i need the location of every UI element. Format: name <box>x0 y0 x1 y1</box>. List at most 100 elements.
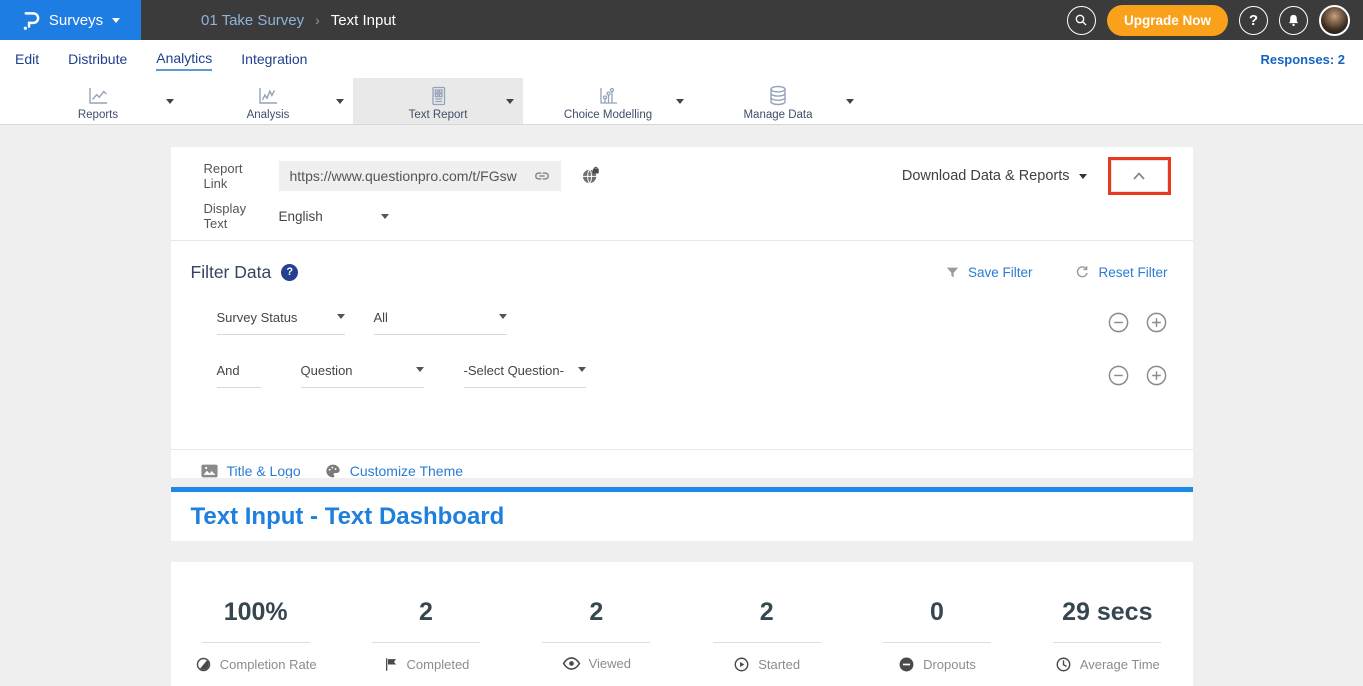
stat-viewed: 2 Viewed <box>511 598 681 686</box>
refresh-icon <box>1074 264 1090 280</box>
breadcrumb-survey-name[interactable]: 01 Take Survey <box>201 12 304 29</box>
stat-label: Viewed <box>589 656 631 671</box>
survey-subnav: Edit Distribute Analytics Integration Re… <box>0 40 1363 78</box>
filter-field-dropdown[interactable]: Question <box>301 363 424 388</box>
surveys-menu-label: Surveys <box>49 12 103 29</box>
surveys-menu[interactable]: Surveys <box>0 0 141 40</box>
filter-field-value: Survey Status <box>217 310 298 325</box>
database-icon <box>766 84 790 108</box>
user-avatar[interactable] <box>1319 5 1350 36</box>
chevron-down-icon[interactable] <box>166 99 174 104</box>
collapse-panel-button[interactable] <box>1111 160 1168 192</box>
customize-theme-link[interactable]: Customize Theme <box>325 463 463 478</box>
chevron-down-icon[interactable] <box>846 99 854 104</box>
chevron-down-icon <box>499 314 507 319</box>
title-logo-label: Title & Logo <box>227 463 301 478</box>
filter-row: And Question -Select Question- <box>217 360 1168 390</box>
filter-conjunction-dropdown[interactable]: And <box>217 363 261 388</box>
display-text-label: Display Text <box>204 201 269 231</box>
tab-analysis[interactable]: Analysis <box>183 78 353 124</box>
topbar-actions: Upgrade Now ? <box>1067 5 1363 36</box>
filter-data-title: Filter Data <box>191 262 272 283</box>
filter-help-icon[interactable]: ? <box>281 264 298 281</box>
search-button[interactable] <box>1067 6 1096 35</box>
notifications-button[interactable] <box>1279 6 1308 35</box>
palette-icon <box>325 463 341 478</box>
stat-label: Completion Rate <box>220 657 317 672</box>
report-link-label: Report Link <box>204 161 269 191</box>
stat-label: Dropouts <box>923 657 976 672</box>
upgrade-now-button[interactable]: Upgrade Now <box>1107 5 1228 36</box>
dashboard-title: Text Input - Text Dashboard <box>191 503 505 531</box>
chevron-down-icon <box>337 314 345 319</box>
subnav-item-analytics[interactable]: Analytics <box>156 47 212 71</box>
display-text-row: Display Text English <box>204 206 1168 226</box>
chevron-down-icon[interactable] <box>676 99 684 104</box>
image-icon <box>201 464 218 478</box>
filter-conjunction-value: And <box>217 363 240 378</box>
tab-text-report[interactable]: Text Report <box>353 78 523 124</box>
chevron-down-icon[interactable] <box>336 99 344 104</box>
subnav-item-edit[interactable]: Edit <box>15 48 39 70</box>
stat-started: 2 Started <box>681 598 851 686</box>
survey-stats-panel: 100% Completion Rate 2 Completed <box>171 562 1193 686</box>
analysis-chart-icon <box>256 84 280 108</box>
reset-filter-button[interactable]: Reset Filter <box>1074 264 1167 280</box>
tab-label: Text Report <box>409 109 468 121</box>
tab-manage-data[interactable]: Manage Data <box>693 78 863 124</box>
panel-divider <box>171 240 1193 241</box>
chevron-down-icon[interactable] <box>506 99 514 104</box>
link-icon[interactable] <box>532 166 552 186</box>
breadcrumb-current-page: Text Input <box>331 12 396 29</box>
stat-divider <box>713 642 821 643</box>
line-chart-icon <box>86 84 110 108</box>
tab-label: Manage Data <box>743 109 812 121</box>
stat-completed: 2 Completed <box>341 598 511 686</box>
stat-value: 2 <box>760 598 774 627</box>
completion-rate-icon <box>195 656 212 673</box>
eye-icon <box>562 656 581 671</box>
stat-label: Average Time <box>1080 657 1160 672</box>
responses-count[interactable]: Responses: 2 <box>1260 52 1345 67</box>
topbar: Surveys 01 Take Survey › Text Input Upgr… <box>0 0 1363 40</box>
report-link-url[interactable]: https://www.questionpro.com/t/FGsw <box>290 168 532 184</box>
save-filter-button[interactable]: Save Filter <box>945 265 1033 280</box>
globe-lock-icon[interactable] <box>580 166 600 186</box>
tab-choice-modelling[interactable]: Choice Modelling <box>523 78 693 124</box>
display-text-value: English <box>279 209 323 224</box>
filter-value-dropdown[interactable]: All <box>374 310 507 335</box>
stat-label: Started <box>758 657 800 672</box>
subnav-item-distribute[interactable]: Distribute <box>68 48 127 70</box>
filter-field-value: Question <box>301 363 353 378</box>
customize-theme-label: Customize Theme <box>350 463 463 478</box>
add-filter-button[interactable] <box>1145 311 1168 334</box>
display-text-dropdown[interactable]: English <box>279 209 389 224</box>
remove-filter-button[interactable] <box>1107 364 1130 387</box>
title-logo-link[interactable]: Title & Logo <box>201 463 301 478</box>
stat-divider <box>542 642 650 643</box>
search-icon <box>1073 12 1089 28</box>
stat-value: 2 <box>419 598 433 627</box>
analytics-toolbar: Reports Analysis Text Report <box>0 78 1363 125</box>
help-button[interactable]: ? <box>1239 6 1268 35</box>
filter-row: Survey Status All <box>217 307 1168 337</box>
stat-value: 0 <box>930 598 944 627</box>
add-filter-button[interactable] <box>1145 364 1168 387</box>
customization-links-row: Title & Logo Customize Theme <box>201 458 1168 478</box>
tab-reports[interactable]: Reports <box>13 78 183 124</box>
filter-field-dropdown[interactable]: Survey Status <box>217 310 345 335</box>
download-data-reports-dropdown[interactable]: Download Data & Reports <box>902 168 1087 184</box>
stat-completion-rate: 100% Completion Rate <box>171 598 341 686</box>
reset-filter-label: Reset Filter <box>1098 265 1167 280</box>
report-link-field[interactable]: https://www.questionpro.com/t/FGsw <box>279 161 561 191</box>
stat-divider <box>202 642 310 643</box>
tab-label: Reports <box>78 109 118 121</box>
minus-circle-filled-icon <box>898 656 915 673</box>
filter-value-dropdown[interactable]: -Select Question- <box>464 363 586 388</box>
chevron-down-icon <box>381 214 389 219</box>
chevron-down-icon <box>578 367 586 372</box>
breadcrumb-separator: › <box>315 12 320 28</box>
subnav-item-integration[interactable]: Integration <box>241 48 307 70</box>
stat-value: 2 <box>589 598 603 627</box>
remove-filter-button[interactable] <box>1107 311 1130 334</box>
